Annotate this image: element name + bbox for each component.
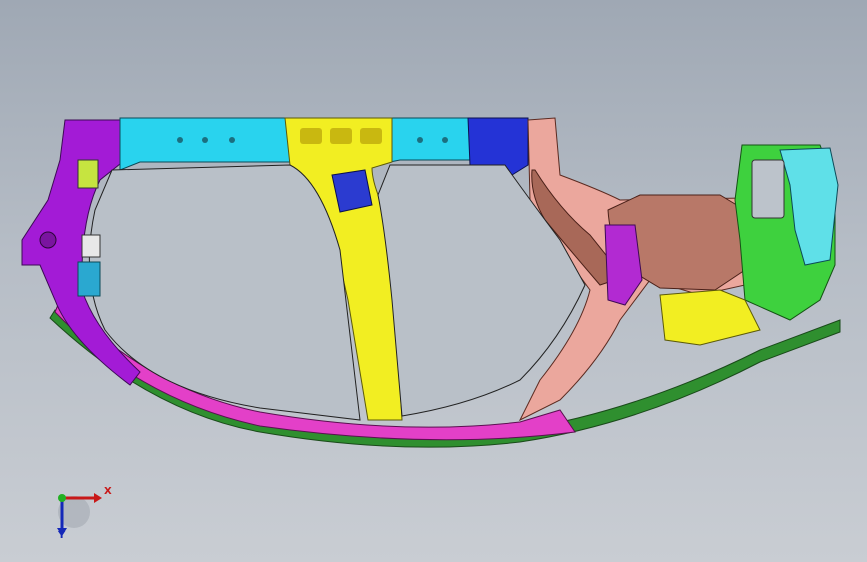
y-axis-label: Y xyxy=(58,530,66,541)
graphics-viewport[interactable]: X Y xyxy=(0,0,867,562)
body-side-assembly-model[interactable] xyxy=(0,0,867,562)
x-axis-label: X xyxy=(104,486,112,497)
rear-window-opening xyxy=(751,159,785,219)
